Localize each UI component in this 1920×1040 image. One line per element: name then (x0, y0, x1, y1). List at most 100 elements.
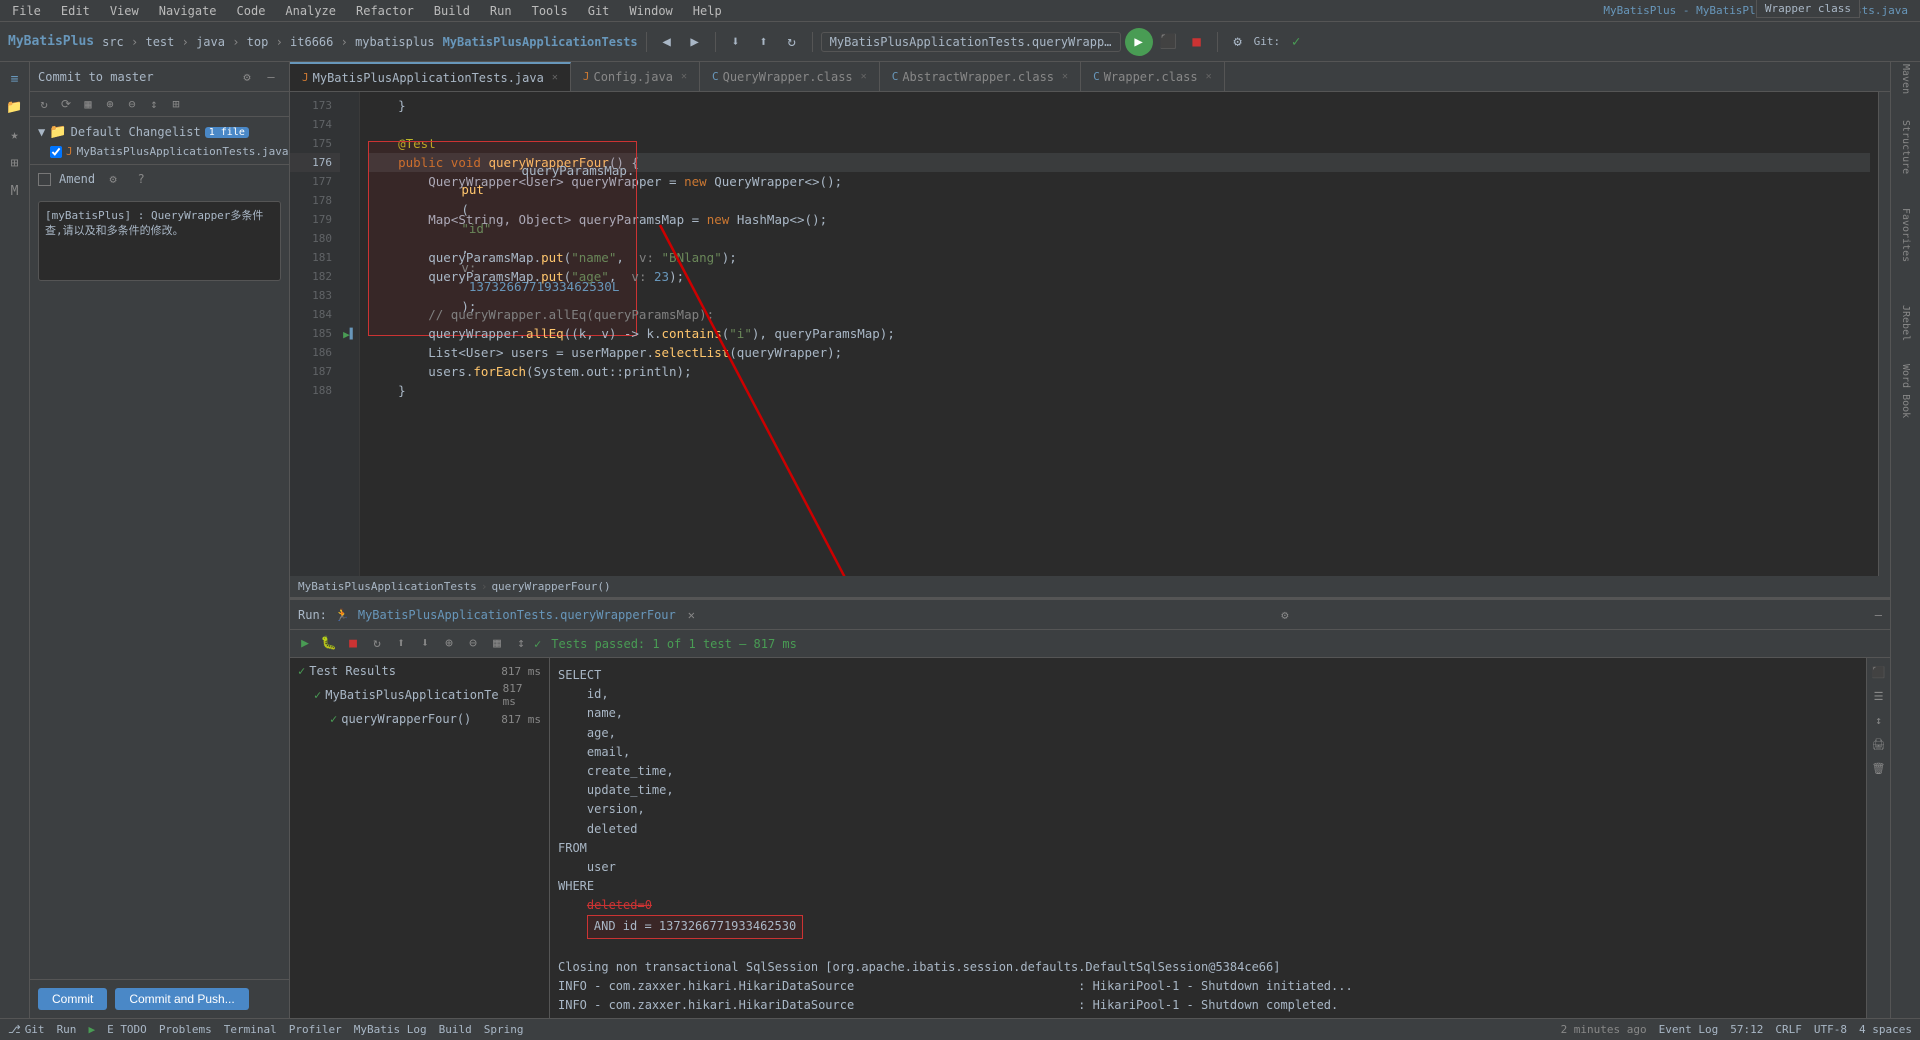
test-item-method[interactable]: ✓ queryWrapperFour() 817 ms (326, 710, 545, 728)
right-icon-structure[interactable]: Structure (1893, 134, 1919, 160)
run-button[interactable]: ▶ (1125, 28, 1153, 56)
console-output[interactable]: SELECT id, name, age, email, create_time… (550, 658, 1866, 1018)
run-rt-btn2[interactable]: ☰ (1869, 686, 1889, 706)
menu-git[interactable]: Git (584, 2, 614, 20)
group-btn[interactable]: ⊞ (166, 94, 186, 114)
build-status[interactable]: Build (439, 1023, 472, 1036)
commit-button[interactable]: Commit (38, 988, 107, 1010)
run-config-label[interactable]: MyBatisPlusApplicationTests.queryWrapper… (358, 608, 676, 622)
tab-mybatisplus[interactable]: J MyBatisPlusApplicationTests.java ✕ (290, 62, 571, 91)
file-item[interactable]: J MyBatisPlusApplicationTests.java D:\De… (34, 143, 285, 160)
run-status[interactable]: Run (57, 1023, 77, 1036)
amend-settings[interactable]: ⚙ (103, 169, 123, 189)
menu-edit[interactable]: Edit (57, 2, 94, 20)
tab-abstractwrapper[interactable]: C AbstractWrapper.class ✕ (880, 62, 1081, 91)
menu-file[interactable]: File (8, 2, 45, 20)
profiler-status[interactable]: Profiler (289, 1023, 342, 1036)
tab-config[interactable]: J Config.java ✕ (571, 62, 700, 91)
tab-close-wrapper[interactable]: ✕ (1206, 71, 1212, 82)
run-expand-btn[interactable]: ⊕ (438, 633, 460, 655)
run-stop-btn[interactable]: ■ (342, 633, 364, 655)
sidebar-structure-icon[interactable]: ⊞ (2, 150, 28, 176)
menu-run[interactable]: Run (486, 2, 516, 20)
git-pull-btn[interactable]: ⬇ (724, 30, 748, 54)
debug-btn[interactable]: ⬛ (1157, 30, 1181, 54)
run-close-icon[interactable]: — (1875, 608, 1882, 622)
run-rerun-btn[interactable]: ↻ (366, 633, 388, 655)
breadcrumb-class[interactable]: MyBatisPlusApplicationTests (298, 580, 477, 593)
event-log-btn[interactable]: Event Log (1659, 1023, 1719, 1036)
run-config-close[interactable]: ✕ (688, 608, 695, 622)
spaces-label[interactable]: 4 spaces (1859, 1023, 1912, 1036)
run-rt-btn3[interactable]: ↕ (1869, 710, 1889, 730)
amend-info[interactable]: ? (131, 169, 151, 189)
menu-help[interactable]: Help (689, 2, 726, 20)
tab-close-querywrapper[interactable]: ✕ (861, 71, 867, 82)
breadcrumb-method[interactable]: queryWrapperFour() (491, 580, 610, 593)
git-status[interactable]: ⎇ Git (8, 1023, 45, 1036)
editor-scrollbar[interactable] (1878, 92, 1890, 576)
commit-push-button[interactable]: Commit and Push... (115, 988, 248, 1010)
run-rt-btn1[interactable]: ⬛ (1869, 662, 1889, 682)
back-btn[interactable]: ◀ (655, 30, 679, 54)
commit-message-box[interactable]: [myBatisPlus] : QueryWrapper多条件查,请以及和多条件… (38, 201, 281, 281)
right-icon-favorites[interactable]: Favorites (1893, 222, 1919, 248)
menu-navigate[interactable]: Navigate (155, 2, 221, 20)
code-editor[interactable]: } @Test public void queryWrapperFour () … (360, 92, 1878, 576)
run-config-dropdown[interactable]: MyBatisPlusApplicationTests.queryWrapper… (821, 32, 1121, 52)
menu-window[interactable]: Window (625, 2, 676, 20)
right-icon-maven[interactable]: Maven (1893, 66, 1919, 92)
git-check-btn[interactable]: ✓ (1284, 30, 1308, 54)
active-breadcrumb[interactable]: MyBatisPlusApplicationTests (443, 35, 638, 49)
changelist-title[interactable]: ▼ 📁 Default Changelist 1 file (34, 121, 285, 143)
run-next-btn[interactable]: ⬇ (414, 633, 436, 655)
project-name[interactable]: MyBatisPlus (8, 34, 94, 49)
menu-refactor[interactable]: Refactor (352, 2, 418, 20)
test-item-results[interactable]: ✓ Test Results 817 ms (294, 662, 545, 680)
right-icon-wordbooklet[interactable]: Word Book (1893, 378, 1919, 404)
tab-wrapper[interactable]: C Wrapper.class ✕ (1081, 62, 1225, 91)
tab-close-config[interactable]: ✕ (681, 71, 687, 82)
tab-close-abstractwrapper[interactable]: ✕ (1062, 71, 1068, 82)
menu-analyze[interactable]: Analyze (281, 2, 340, 20)
sidebar-maven-icon[interactable]: M (2, 178, 28, 204)
test-item-class[interactable]: ✓ MyBatisPlusApplicationTe 817 ms (310, 680, 545, 710)
run-rt-btn5[interactable]: 🗑 (1869, 758, 1889, 778)
commit-settings-btn[interactable]: ⚙ (237, 67, 257, 87)
run-sort-btn[interactable]: ↕ (510, 633, 532, 655)
run-rt-btn4[interactable]: 🖨 (1869, 734, 1889, 754)
commit-minimize-btn[interactable]: — (261, 67, 281, 87)
tab-close-mybatisplus[interactable]: ✕ (552, 72, 558, 83)
run-debug-btn[interactable]: 🐛 (318, 633, 340, 655)
refresh-btn[interactable]: ↻ (34, 94, 54, 114)
encoding-label[interactable]: UTF-8 (1814, 1023, 1847, 1036)
right-icon-jrebel[interactable]: JRebel (1893, 310, 1919, 336)
run-gutter-icon[interactable]: ▶ (343, 328, 350, 341)
file-checkbox[interactable] (50, 146, 62, 158)
run-filter-btn[interactable]: ▦ (486, 633, 508, 655)
forward-btn[interactable]: ▶ (683, 30, 707, 54)
todo-status[interactable]: E TODO (107, 1023, 147, 1036)
spring-status[interactable]: Spring (484, 1023, 524, 1036)
menu-tools[interactable]: Tools (528, 2, 572, 20)
git-update-btn[interactable]: ↻ (780, 30, 804, 54)
expand-btn[interactable]: ⊕ (100, 94, 120, 114)
run-collapse-btn[interactable]: ⊖ (462, 633, 484, 655)
rollback-btn[interactable]: ⟳ (56, 94, 76, 114)
sidebar-bookmark-icon[interactable]: ★ (2, 122, 28, 148)
problems-status[interactable]: Problems (159, 1023, 212, 1036)
sidebar-project-icon[interactable]: 📁 (2, 94, 28, 120)
filter-btn[interactable]: ▦ (78, 94, 98, 114)
menu-view[interactable]: View (106, 2, 143, 20)
run-prev-btn[interactable]: ⬆ (390, 633, 412, 655)
settings-btn[interactable]: ⚙ (1226, 30, 1250, 54)
terminal-status[interactable]: Terminal (224, 1023, 277, 1036)
run-settings-icon[interactable]: ⚙ (1281, 608, 1288, 622)
crlf-label[interactable]: CRLF (1775, 1023, 1802, 1036)
stop-btn[interactable]: ■ (1185, 30, 1209, 54)
sidebar-commit-icon[interactable]: ≡ (2, 66, 28, 92)
menu-code[interactable]: Code (233, 2, 270, 20)
amend-checkbox[interactable] (38, 173, 51, 186)
run-play-btn[interactable]: ▶ (294, 633, 316, 655)
sort-btn[interactable]: ↕ (144, 94, 164, 114)
